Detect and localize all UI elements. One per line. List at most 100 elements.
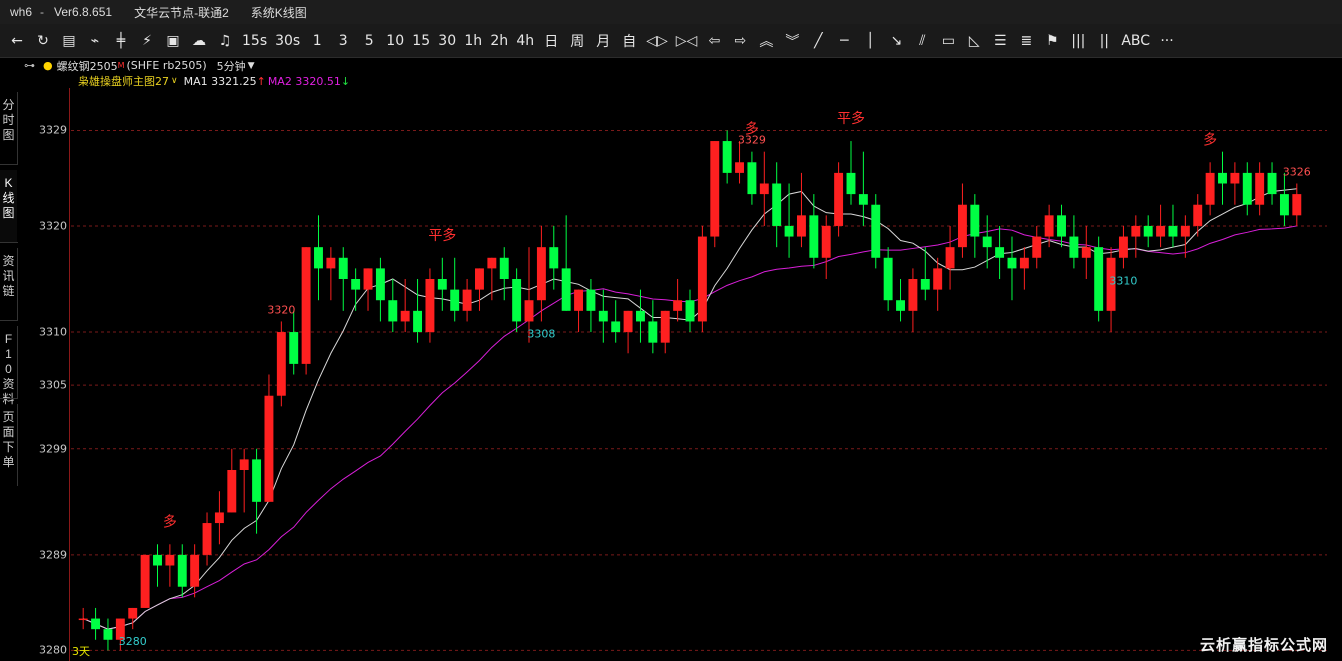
candle-body[interactable]	[499, 257, 509, 279]
candle-body[interactable]	[933, 268, 943, 290]
candle-body[interactable]	[103, 629, 113, 640]
candle-body[interactable]	[239, 459, 249, 470]
period-button-13[interactable]: 5	[356, 27, 382, 55]
candle-body[interactable]	[920, 279, 930, 290]
candle-body[interactable]	[1180, 225, 1190, 237]
candle-body[interactable]	[945, 247, 955, 269]
candle-body[interactable]	[1168, 225, 1178, 237]
refresh-icon[interactable]: ↻	[30, 27, 56, 55]
candle-body[interactable]	[598, 310, 608, 322]
candle-body[interactable]	[276, 332, 286, 396]
right-icon[interactable]: ⇨	[727, 27, 753, 55]
candle-body[interactable]	[487, 257, 497, 269]
candle-body[interactable]	[660, 310, 670, 343]
candle-body[interactable]	[1131, 225, 1141, 237]
flag-tool-icon[interactable]: ⚑	[1039, 27, 1065, 55]
candle-body[interactable]	[524, 300, 534, 322]
triangle-tool-icon[interactable]: ◺	[961, 27, 987, 55]
candle-body[interactable]	[636, 310, 645, 322]
candle-body[interactable]	[623, 310, 633, 333]
tab-f10[interactable]: F10资料	[0, 326, 18, 406]
candle-body[interactable]	[78, 618, 88, 621]
candle-body[interactable]	[165, 554, 175, 566]
period-button-10[interactable]: 30s	[271, 27, 304, 55]
candle-body[interactable]	[536, 247, 546, 301]
candle-body[interactable]	[351, 279, 361, 290]
candle-body[interactable]	[1007, 257, 1017, 269]
candle-body[interactable]	[957, 204, 967, 248]
candle-body[interactable]	[796, 215, 806, 237]
fib-tool-icon[interactable]: ☰	[987, 27, 1013, 55]
bars-tool-icon[interactable]: ||	[1091, 27, 1117, 55]
candle-body[interactable]	[153, 554, 162, 566]
period-button-17[interactable]: 1h	[460, 27, 486, 55]
candle-body[interactable]	[784, 225, 794, 237]
candle-body[interactable]	[363, 268, 373, 290]
candle-body[interactable]	[227, 470, 237, 513]
text-tool-icon[interactable]: ABC	[1117, 27, 1154, 55]
candle-body[interactable]	[896, 300, 905, 311]
candle-body[interactable]	[1057, 215, 1066, 237]
ray-tool-icon[interactable]: ↘	[883, 27, 909, 55]
candle-body[interactable]	[871, 204, 881, 258]
period-button-15[interactable]: 15	[408, 27, 434, 55]
more-icon[interactable]: ···	[1154, 27, 1180, 55]
tab-order[interactable]: 页面下单	[0, 404, 18, 486]
candle-body[interactable]	[1218, 172, 1227, 184]
candle-body[interactable]	[735, 162, 744, 173]
candle-body[interactable]	[512, 279, 522, 322]
candle-body[interactable]	[908, 279, 918, 311]
period-button-12[interactable]: 3	[330, 27, 356, 55]
candle-body[interactable]	[821, 225, 831, 258]
candle-body[interactable]	[995, 247, 1005, 258]
candle-body[interactable]	[202, 523, 212, 555]
candle-body[interactable]	[1143, 225, 1153, 237]
candle-body[interactable]	[809, 215, 819, 258]
candle-body[interactable]	[611, 321, 621, 333]
candle-body[interactable]	[1081, 247, 1091, 258]
left-icon[interactable]: ⇦	[701, 27, 727, 55]
period-button-14[interactable]: 10	[382, 27, 408, 55]
kline-chart[interactable]: 332033293326330833103280多平多多平多多	[71, 88, 1327, 661]
candle-body[interactable]	[722, 141, 732, 173]
candle-body[interactable]	[697, 236, 707, 322]
candle-body[interactable]	[437, 279, 447, 290]
period-button-19[interactable]: 4h	[512, 27, 538, 55]
candle-icon[interactable]: ╪	[108, 27, 134, 55]
candle-body[interactable]	[264, 395, 274, 502]
candle-body[interactable]	[747, 162, 757, 195]
candle-body[interactable]	[1205, 172, 1215, 205]
tab-kline[interactable]: K线图	[0, 170, 18, 242]
candle-body[interactable]	[574, 289, 584, 311]
vline-tool-icon[interactable]: │	[857, 27, 883, 55]
tab-news[interactable]: 资讯链	[0, 248, 18, 320]
zoom-icon[interactable]: ◁▷	[642, 27, 672, 55]
candle-body[interactable]	[1255, 172, 1265, 205]
period-select[interactable]: 5分钟	[217, 58, 246, 74]
candle-body[interactable]	[252, 459, 262, 502]
candle-body[interactable]	[338, 257, 348, 279]
up-icon[interactable]: ︽	[753, 27, 779, 55]
range-label[interactable]: 3天	[72, 643, 90, 659]
parallel-tool-icon[interactable]: ⫽	[909, 27, 935, 55]
window-icon[interactable]: ▣	[160, 27, 186, 55]
tab-timeshare[interactable]: 分时图	[0, 92, 18, 164]
shrink-icon[interactable]: ▷◁	[672, 27, 702, 55]
candle-body[interactable]	[1193, 204, 1203, 226]
period-button-23[interactable]: 自	[616, 27, 642, 55]
candle-body[interactable]	[190, 554, 200, 587]
line-tool-icon[interactable]: ╱	[805, 27, 831, 55]
period-button-9[interactable]: 15s	[238, 27, 271, 55]
candle-body[interactable]	[1267, 172, 1277, 195]
candle-body[interactable]	[970, 204, 980, 237]
candle-body[interactable]	[91, 618, 101, 630]
link-icon[interactable]: ⊶	[24, 59, 35, 72]
candle-body[interactable]	[673, 300, 683, 311]
candle-body[interactable]	[289, 332, 299, 364]
candle-body[interactable]	[586, 289, 596, 311]
gann-tool-icon[interactable]: ≣	[1013, 27, 1039, 55]
candle-body[interactable]	[710, 141, 720, 237]
candle-body[interactable]	[883, 257, 893, 301]
candle-body[interactable]	[326, 257, 336, 269]
candle-body[interactable]	[475, 268, 484, 290]
